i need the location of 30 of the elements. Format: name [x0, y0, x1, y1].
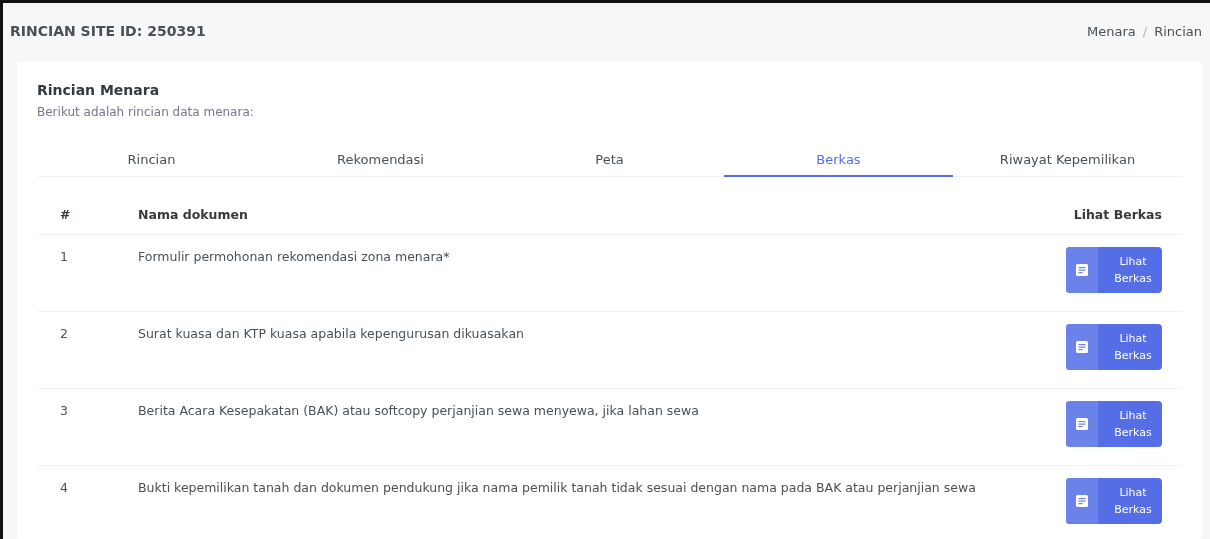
card-subtitle: Berikut adalah rincian data menara: [37, 105, 255, 119]
breadcrumb-item[interactable]: Menara [1087, 23, 1136, 39]
column-header: Nama dokumen [115, 195, 1042, 235]
document-name: Formulir permohonan rekomendasi zona menara* [115, 234, 1042, 312]
document-icon [1076, 495, 1088, 507]
tab[interactable]: Rincian [37, 145, 266, 177]
breadcrumb-separator: / [1142, 23, 1148, 39]
page-title: RINCIAN SITE ID: 250391 [10, 23, 206, 39]
view-file-button[interactable]: Lihat Berkas [1066, 478, 1162, 524]
document-name: Bukti kepemilikan tanah dan dokumen pendukung jika nama pemilik tanah tidak sesuai dengan nama pada BAK atau perjanjian sewa [115, 465, 1042, 539]
view-file-button[interactable]: Lihat Berkas [1066, 324, 1162, 370]
document-name: Surat kuasa dan KTP kuasa apabila kepengurusan dikuasakan [115, 311, 1042, 389]
breadcrumb-item[interactable]: Rincian [1154, 23, 1202, 39]
card-title: Rincian Menara [37, 82, 161, 98]
tab[interactable]: Riwayat Kepemilikan [953, 145, 1182, 177]
row-number: 4 [37, 465, 115, 539]
tab[interactable]: Berkas [724, 145, 953, 177]
view-file-button[interactable]: Lihat Berkas [1066, 247, 1162, 293]
tab[interactable]: Peta [495, 145, 724, 177]
row-number: 1 [37, 234, 115, 312]
view-file-button[interactable]: Lihat Berkas [1066, 401, 1162, 447]
column-header: # [37, 195, 115, 235]
row-number: 3 [37, 388, 115, 466]
row-number: 2 [37, 311, 115, 389]
document-name: Berita Acara Kesepakatan (BAK) atau softcopy perjanjian sewa menyewa, jika lahan sewa [115, 388, 1042, 466]
document-icon [1076, 418, 1088, 430]
column-header: Lihat Berkas [1042, 195, 1182, 235]
document-icon [1076, 341, 1088, 353]
document-icon [1076, 264, 1088, 276]
tab[interactable]: Rekomendasi [266, 145, 495, 177]
